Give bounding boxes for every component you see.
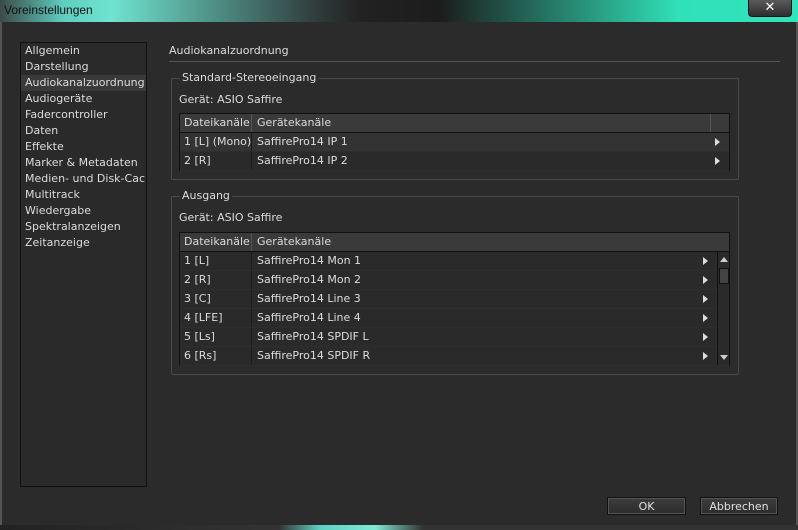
device-channel-cell: SaffirePro14 IP 1 (257, 135, 348, 148)
cell-divider (251, 252, 252, 270)
column-divider (251, 114, 252, 132)
sidebar-item-wiedergabe[interactable]: Wiedergabe (21, 203, 146, 219)
title-divider (169, 61, 780, 62)
sidebar-item-medien-disk-cache[interactable]: Medien- und Disk-Cache (21, 171, 146, 187)
sidebar-item-spektralanzeigen[interactable]: Spektralanzeigen (21, 219, 146, 235)
table-row[interactable]: 2 [R] SaffirePro14 IP 2 (180, 152, 729, 171)
sidebar-item-daten[interactable]: Daten (21, 123, 146, 139)
table-row[interactable]: 2 [R] SaffirePro14 Mon 2 (180, 271, 729, 290)
close-icon: ✕ (764, 0, 776, 15)
cell-divider (251, 309, 252, 327)
chevron-right-icon[interactable] (715, 157, 720, 165)
column-header-geraetekanaele[interactable]: Gerätekanäle (257, 114, 331, 132)
column-divider (251, 233, 252, 251)
file-channel-cell: 1 [L] (184, 254, 210, 267)
chevron-right-icon[interactable] (703, 295, 708, 303)
scroll-down-icon[interactable] (720, 355, 728, 360)
table-row[interactable]: 1 [L] SaffirePro14 Mon 1 (180, 252, 729, 271)
chevron-right-icon[interactable] (703, 257, 708, 265)
column-header-geraetekanaele[interactable]: Gerätekanäle (257, 233, 331, 251)
table-header: Dateikanäle Gerätekanäle (180, 114, 729, 133)
output-table: Dateikanäle Gerätekanäle 1 [L] SaffirePr… (179, 232, 730, 366)
title-bar: Voreinstellungen ✕ (0, 0, 798, 22)
file-channel-cell: 2 [R] (184, 273, 211, 286)
device-channel-cell: SaffirePro14 Mon 2 (257, 273, 362, 286)
file-channel-cell: 6 [Rs] (184, 349, 217, 362)
cancel-button[interactable]: Abbrechen (700, 497, 778, 515)
output-device: Gerät: ASIO Saffire (179, 211, 283, 224)
ok-button[interactable]: OK (607, 497, 686, 515)
table-row[interactable]: 3 [C] SaffirePro14 Line 3 (180, 290, 729, 309)
device-channel-cell: SaffirePro14 Mon 1 (257, 254, 362, 267)
chevron-right-icon[interactable] (703, 352, 708, 360)
output-table-scrollbar[interactable] (717, 252, 729, 365)
sidebar-item-darstellung[interactable]: Darstellung (21, 59, 146, 75)
sidebar-item-zeitanzeige[interactable]: Zeitanzeige (21, 235, 146, 251)
cell-divider (251, 271, 252, 289)
page-title: Audiokanalzuordnung (169, 44, 289, 57)
table-header: Dateikanäle Gerätekanäle (180, 233, 729, 252)
cell-divider (251, 290, 252, 308)
table-row[interactable]: 4 [LFE] SaffirePro14 Line 4 (180, 309, 729, 328)
chevron-right-icon[interactable] (703, 314, 708, 322)
file-channel-cell: 4 [LFE] (184, 311, 223, 324)
stereo-input-table: Dateikanäle Gerätekanäle 1 [L] (Mono) Sa… (179, 113, 730, 171)
desktop-background-strip (0, 525, 798, 530)
table-row[interactable]: 6 [Rs] SaffirePro14 SPDIF R (180, 347, 729, 366)
column-header-dateikanaele[interactable]: Dateikanäle (184, 114, 250, 132)
sidebar: Allgemein Darstellung Audiokanalzuordnun… (20, 42, 147, 487)
file-channel-cell: 3 [C] (184, 292, 211, 305)
sidebar-item-fadercontroller[interactable]: Fadercontroller (21, 107, 146, 123)
stereo-input-group-label: Standard-Stereoeingang (180, 71, 319, 84)
device-channel-cell: SaffirePro14 SPDIF R (257, 349, 371, 362)
stereo-input-device: Gerät: ASIO Saffire (179, 93, 283, 106)
table-row[interactable]: 5 [Ls] SaffirePro14 SPDIF L (180, 328, 729, 347)
file-channel-cell: 5 [Ls] (184, 330, 215, 343)
sidebar-item-effekte[interactable]: Effekte (21, 139, 146, 155)
cell-divider (251, 133, 252, 151)
cell-divider (251, 152, 252, 170)
output-group-label: Ausgang (180, 189, 232, 202)
sidebar-item-audiokanalzuordnung[interactable]: Audiokanalzuordnung (21, 75, 146, 91)
device-channel-cell: SaffirePro14 IP 2 (257, 154, 348, 167)
sidebar-item-allgemein[interactable]: Allgemein (21, 43, 146, 59)
sidebar-item-audiogeraete[interactable]: Audiogeräte (21, 91, 146, 107)
chevron-right-icon[interactable] (703, 333, 708, 341)
close-button[interactable]: ✕ (748, 0, 792, 17)
scrollbar-thumb[interactable] (719, 268, 729, 284)
chevron-right-icon[interactable] (715, 138, 720, 146)
file-channel-cell: 1 [L] (Mono) (184, 135, 252, 148)
column-header-dateikanaele[interactable]: Dateikanäle (184, 233, 250, 251)
chevron-right-icon[interactable] (703, 276, 708, 284)
table-row[interactable]: 1 [L] (Mono) SaffirePro14 IP 1 (180, 133, 729, 152)
column-divider (710, 114, 711, 132)
cell-divider (251, 328, 252, 346)
sidebar-item-multitrack[interactable]: Multitrack (21, 187, 146, 203)
device-channel-cell: SaffirePro14 Line 4 (257, 311, 361, 324)
device-channel-cell: SaffirePro14 SPDIF L (257, 330, 369, 343)
sidebar-item-marker-metadaten[interactable]: Marker & Metadaten (21, 155, 146, 171)
window-title: Voreinstellungen (4, 3, 93, 17)
scroll-up-icon[interactable] (720, 257, 728, 262)
file-channel-cell: 2 [R] (184, 154, 211, 167)
device-channel-cell: SaffirePro14 Line 3 (257, 292, 361, 305)
cell-divider (251, 347, 252, 365)
